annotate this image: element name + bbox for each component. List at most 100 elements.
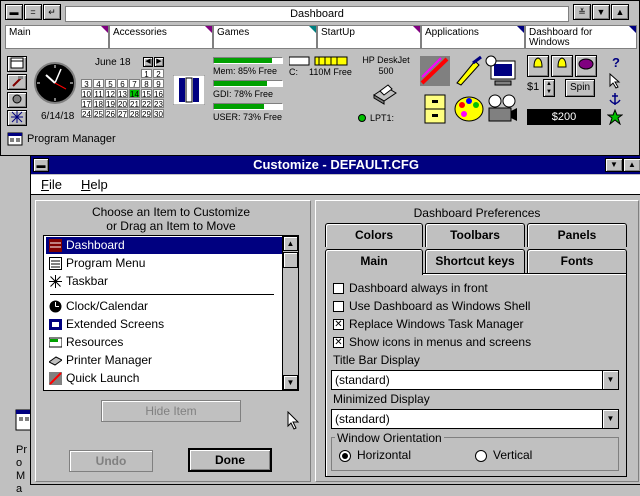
restore-icon-button[interactable]: ↵: [43, 4, 61, 20]
calendar-day[interactable]: 20: [117, 99, 128, 109]
list-item-taskbar[interactable]: Taskbar: [46, 273, 282, 290]
calendar-day[interactable]: 5: [105, 79, 116, 89]
undo-button[interactable]: Undo: [69, 450, 153, 472]
tab-toolbars[interactable]: Toolbars: [425, 223, 525, 247]
always-in-front-checkbox[interactable]: [333, 283, 344, 294]
calendar-day[interactable]: 24: [81, 109, 92, 119]
tab-colors[interactable]: Colors: [325, 223, 423, 247]
bet-spinner[interactable]: ▲ ▼: [543, 79, 555, 97]
extended-screens[interactable]: [171, 53, 207, 129]
chevron-down-icon[interactable]: ▼: [602, 410, 618, 428]
horizontal-radio[interactable]: [339, 450, 351, 462]
calendar-day[interactable]: 9: [153, 79, 164, 89]
maximize-button[interactable]: ▲: [623, 158, 640, 172]
chevron-down-icon[interactable]: ▼: [602, 371, 618, 389]
calendar-day[interactable]: 10: [81, 89, 92, 99]
windows-shell-checkbox[interactable]: [333, 301, 344, 312]
list-item-resources[interactable]: Resources: [46, 334, 282, 351]
title-bar-display-select[interactable]: (standard) ▼: [331, 370, 619, 390]
list-item-clock-calendar[interactable]: Clock/Calendar: [46, 298, 282, 315]
spin-button[interactable]: Spin: [565, 79, 595, 97]
system-menu-button[interactable]: ▬: [33, 158, 49, 172]
calendar-day[interactable]: 17: [81, 99, 92, 109]
taskbar-item-program-manager[interactable]: Program Manager: [27, 133, 116, 145]
calendar-day[interactable]: 12: [105, 89, 116, 99]
calendar-day[interactable]: 11: [93, 89, 104, 99]
tab-fonts[interactable]: Fonts: [527, 249, 627, 273]
calendar-day[interactable]: 14: [129, 89, 140, 99]
calendar-day[interactable]: 23: [153, 99, 164, 109]
disk-space[interactable]: C: 110M Free: [287, 53, 353, 129]
replace-task-manager-checkbox[interactable]: ✕: [333, 319, 344, 330]
calendar-day[interactable]: 7: [129, 79, 140, 89]
list-item-extended-screens[interactable]: Extended Screens: [46, 316, 282, 333]
chevron-down-double-icon[interactable]: ≚: [573, 4, 591, 20]
minimize-button[interactable]: ▼: [592, 4, 610, 20]
clock[interactable]: 6/14/18: [33, 53, 79, 129]
items-listbox[interactable]: Dashboard Program Menu Taskbar Clock/Cal…: [43, 235, 299, 391]
calendar-icon[interactable]: [7, 56, 27, 72]
help-icon[interactable]: ?: [607, 55, 625, 71]
list-scrollbar[interactable]: ▲ ▼: [282, 236, 298, 390]
menu-help[interactable]: Help: [81, 177, 108, 192]
scroll-down-button[interactable]: ▼: [283, 375, 298, 390]
calendar-day[interactable]: 8: [141, 79, 152, 89]
calendar-day[interactable]: 27: [117, 109, 128, 119]
menu-file[interactable]: File: [41, 177, 62, 192]
tab-main[interactable]: Main: [325, 249, 423, 275]
media-player-icon[interactable]: [485, 93, 519, 125]
hammer-icon[interactable]: [7, 74, 27, 90]
list-item-program-menu[interactable]: Program Menu: [46, 255, 282, 272]
anchor-icon[interactable]: [607, 91, 625, 107]
printer-manager[interactable]: HP DeskJet 500 LPT1:: [356, 53, 416, 129]
calendar-day[interactable]: 6: [117, 79, 128, 89]
calendar-day[interactable]: 21: [129, 99, 140, 109]
calendar-day[interactable]: 2: [153, 69, 164, 79]
calendar-day[interactable]: 16: [153, 89, 164, 99]
calendar-day[interactable]: 29: [141, 109, 152, 119]
maximize-button[interactable]: ▲: [611, 4, 629, 20]
list-item-dashboard[interactable]: Dashboard: [46, 237, 282, 254]
minimized-display-select[interactable]: (standard) ▼: [331, 409, 619, 429]
star-icon[interactable]: [606, 108, 625, 126]
system-menu-button[interactable]: ▬: [5, 4, 23, 20]
calendar-day[interactable]: 13: [117, 89, 128, 99]
list-item-quick-launch[interactable]: Quick Launch: [46, 370, 282, 387]
calendar-day[interactable]: 26: [105, 109, 116, 119]
calendar-day[interactable]: 28: [129, 109, 140, 119]
minimize-icon-button[interactable]: =: [24, 4, 42, 20]
file-cabinet-icon[interactable]: [419, 93, 451, 125]
next-month-button[interactable]: ▶: [154, 57, 164, 67]
resource-meters[interactable]: Mem: 85% Free GDI: 78% Free USER: 73% Fr…: [211, 53, 285, 129]
list-item-printer-manager[interactable]: Printer Manager: [46, 352, 282, 369]
calendar-day[interactable]: 18: [93, 99, 104, 109]
palette-icon[interactable]: [453, 93, 485, 125]
calendar-day[interactable]: 1: [141, 69, 152, 79]
calendar-day[interactable]: 30: [153, 109, 164, 119]
slot-machine[interactable]: $1 ▲ ▼ Spin $200: [525, 53, 603, 129]
tab-panels[interactable]: Panels: [527, 223, 627, 247]
hide-item-button[interactable]: Hide Item: [101, 400, 241, 422]
calendar-day[interactable]: 22: [141, 99, 152, 109]
tab-main[interactable]: Main: [5, 25, 109, 49]
tab-accessories[interactable]: Accessories: [109, 25, 213, 49]
settings-icon[interactable]: [7, 92, 27, 108]
calendar-day[interactable]: 25: [93, 109, 104, 119]
done-button[interactable]: Done: [188, 448, 272, 472]
calendar-day[interactable]: 4: [93, 79, 104, 89]
tab-startup[interactable]: StartUp: [317, 25, 421, 49]
tab-applications[interactable]: Applications: [421, 25, 525, 49]
tab-games[interactable]: Games: [213, 25, 317, 49]
scroll-thumb[interactable]: [283, 252, 298, 268]
pointer-icon[interactable]: [607, 72, 625, 89]
show-icons-checkbox[interactable]: ✕: [333, 337, 344, 348]
tab-dashboard-for-windows[interactable]: Dashboard for Windows: [525, 25, 637, 49]
paintbrush-icon[interactable]: [419, 55, 451, 87]
vertical-radio[interactable]: [475, 450, 487, 462]
terminal-icon[interactable]: [485, 55, 519, 87]
prev-month-button[interactable]: ◀: [143, 57, 153, 67]
minimize-button[interactable]: ▼: [605, 158, 623, 172]
snowflake-icon[interactable]: [7, 110, 27, 126]
calendar-day[interactable]: 3: [81, 79, 92, 89]
write-icon[interactable]: [453, 55, 485, 87]
